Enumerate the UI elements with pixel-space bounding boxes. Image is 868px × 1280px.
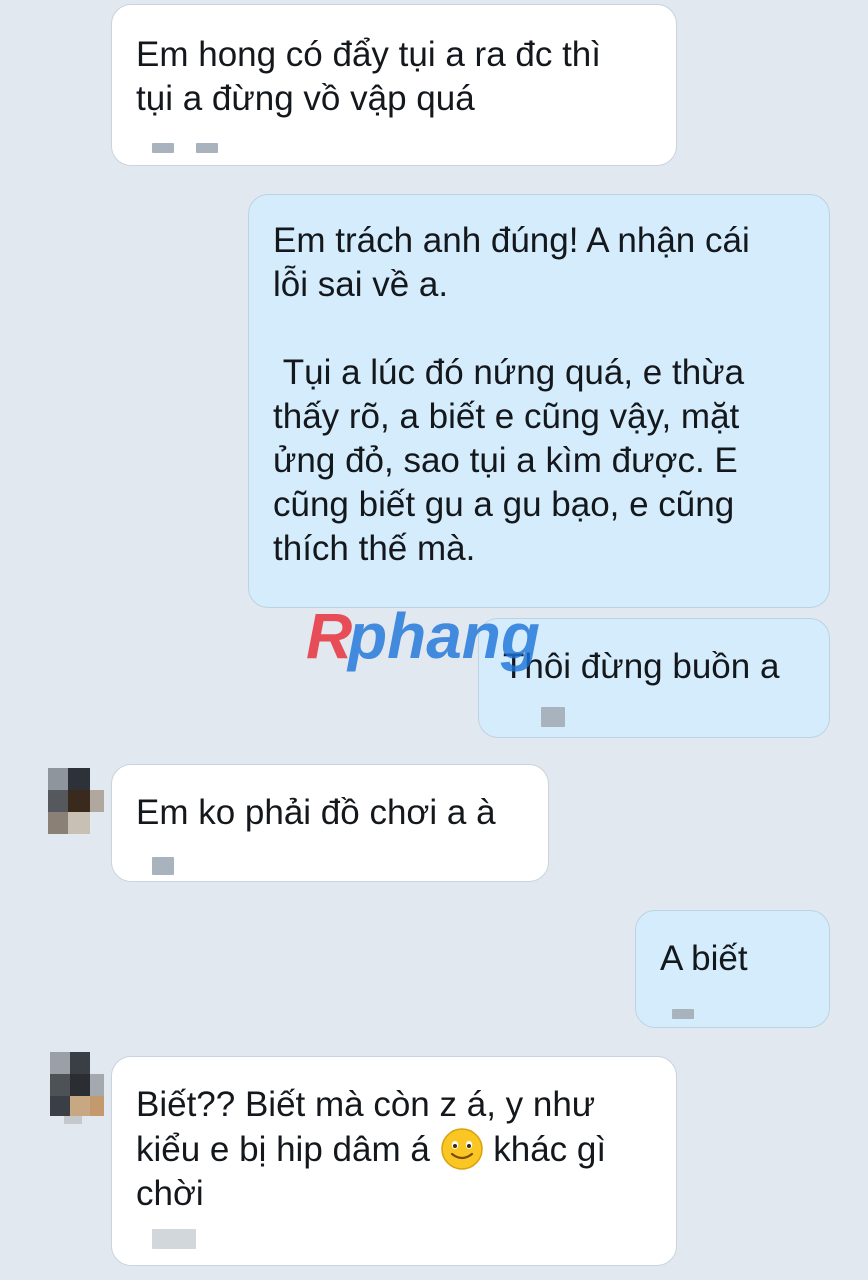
message-bubble-outgoing[interactable]: A biết	[635, 910, 830, 1028]
message-bubble-outgoing[interactable]: Em trách anh đúng! A nhận cái lỗi sai về…	[248, 194, 830, 608]
timestamp-redacted	[152, 857, 174, 875]
message-text: Em trách anh đúng! A nhận cái lỗi sai về…	[273, 221, 750, 568]
message-text: Biết?? Biết mà còn z á, y như kiểu e bị …	[136, 1083, 660, 1216]
timestamp-redacted	[672, 1009, 694, 1019]
message-bubble-incoming[interactable]: Em hong có đẩy tụi a ra đc thì tụi a đừn…	[111, 4, 677, 166]
timestamp-redacted	[541, 707, 565, 727]
svg-text:R: R	[306, 600, 352, 672]
smiling-face-emoji-icon	[440, 1128, 483, 1170]
timestamp-redacted	[152, 143, 174, 153]
svg-text:phang: phang	[346, 600, 540, 672]
contact-avatar-blurred[interactable]	[40, 1052, 104, 1124]
timestamp-redacted	[152, 1229, 196, 1249]
rphang-watermark-logo: R phang	[306, 600, 540, 672]
message-text: A biết	[660, 939, 748, 978]
message-bubble-incoming[interactable]: Biết?? Biết mà còn z á, y như kiểu e bị …	[111, 1056, 677, 1266]
message-bubble-incoming[interactable]: Em ko phải đồ chơi a à	[111, 764, 549, 882]
contact-avatar-blurred[interactable]	[40, 768, 104, 840]
message-text: Em ko phải đồ chơi a à	[136, 793, 496, 832]
message-text: Em hong có đẩy tụi a ra đc thì tụi a đừn…	[136, 35, 601, 118]
timestamp-redacted	[196, 143, 218, 153]
